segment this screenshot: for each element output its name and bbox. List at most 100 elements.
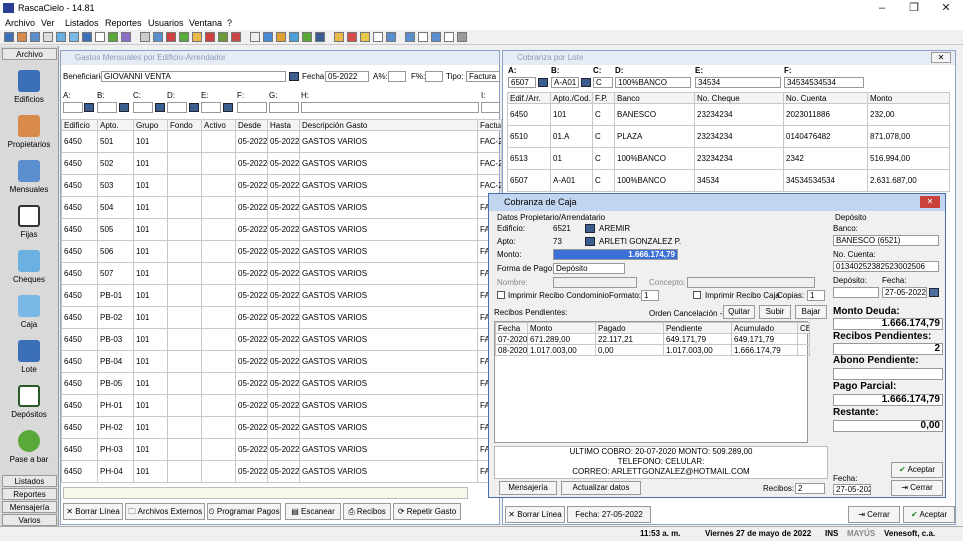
settings-tool-icon[interactable] — [315, 32, 325, 42]
filter-c-field[interactable] — [133, 102, 153, 113]
gastos-row[interactable]: 6450 502 101 05-2022 05-2022 GASTOS VARIOS FAC… — [61, 152, 502, 175]
sidebar-tab-reportes[interactable]: Reportes — [2, 488, 57, 500]
sidebar-item-mensuales[interactable]: Mensuales — [0, 160, 58, 194]
col-hasta[interactable]: Hasta — [267, 119, 300, 131]
gastos-row[interactable]: 6450 506 101 05-2022 05-2022 GASTOS VARIOS FA — [61, 240, 502, 263]
quitar-button[interactable]: Quitar — [723, 305, 755, 319]
calc2-tool-icon[interactable] — [386, 32, 396, 42]
pencil-tool-icon[interactable] — [121, 32, 131, 42]
report-tool-icon[interactable] — [166, 32, 176, 42]
doc-tool-icon[interactable] — [43, 32, 53, 42]
recibo-row[interactable]: 07-2020 671.289,00 22.117,21 649.171,79 649.… — [495, 333, 810, 345]
mail-tool-icon[interactable] — [334, 32, 344, 42]
pdf-tool-icon[interactable] — [205, 32, 215, 42]
lote-borrar-button[interactable]: ✕ Borrar Línea — [505, 506, 565, 523]
monto-field[interactable]: 1.666.174,79 — [553, 249, 678, 260]
globe-tool-icon[interactable] — [263, 32, 273, 42]
beneficiario-field[interactable]: GIOVANNI VENTA — [101, 71, 286, 82]
col-rec-acumulado[interactable]: Acumulado — [731, 322, 798, 334]
imprimir-caja-checkbox[interactable] — [693, 291, 701, 299]
menu-reportes[interactable]: Reportes — [105, 18, 142, 28]
lote-row[interactable]: 6450 101 C BANESCO 23234234 2023011886 232,00 — [507, 103, 950, 126]
sidebar-header[interactable]: Archivo — [2, 48, 57, 60]
table-tool-icon[interactable] — [289, 32, 299, 42]
car-tool-icon[interactable] — [457, 32, 467, 42]
note-tool-icon[interactable] — [418, 32, 428, 42]
page-tool-icon[interactable] — [250, 32, 260, 42]
gastos-row[interactable]: 6450 PB-01 101 05-2022 05-2022 GASTOS VARIOS F… — [61, 284, 502, 307]
target-tool-icon[interactable] — [347, 32, 357, 42]
chart-tool-icon[interactable] — [179, 32, 189, 42]
lote-filter-d-select[interactable]: 100%BANCO — [615, 77, 691, 88]
col-edificio[interactable]: Edificio — [61, 119, 98, 131]
sidebar-item-depositos[interactable]: Depósitos — [0, 385, 58, 419]
lote-close-button[interactable]: ✕ — [931, 52, 951, 63]
gastos-row[interactable]: 6450 507 101 05-2022 05-2022 GASTOS VARIOS FA — [61, 262, 502, 285]
col-activo[interactable]: Activo — [201, 119, 236, 131]
cascade-tool-icon[interactable] — [431, 32, 441, 42]
sidebar-item-fijas[interactable]: Fijas — [0, 205, 58, 239]
dialog-aceptar-button[interactable]: ✔ Aceptar — [891, 462, 943, 478]
calc-tool-icon[interactable] — [30, 32, 40, 42]
lote-aceptar-button[interactable]: ✔ Aceptar — [903, 506, 955, 523]
menu-usuarios[interactable]: Usuarios — [148, 18, 184, 28]
building-tool-icon[interactable] — [4, 32, 14, 42]
lote-filter-b-field[interactable]: A-A01 — [551, 77, 579, 88]
sidebar-tab-listados[interactable]: Listados — [2, 475, 57, 487]
smile-tool-icon[interactable] — [360, 32, 370, 42]
gastos-row[interactable]: 6450 501 101 05-2022 05-2022 GASTOS VARIOS FAC… — [61, 130, 502, 153]
print-tool-icon[interactable] — [192, 32, 202, 42]
subir-button[interactable]: Subir — [759, 305, 791, 319]
col-rec-pagado[interactable]: Pagado — [595, 322, 664, 334]
dialog-cerrar-button[interactable]: ⇥ Cerrar — [891, 480, 943, 496]
menu-ver[interactable]: Ver — [41, 18, 55, 28]
filter-a-lookup-icon[interactable] — [84, 103, 94, 112]
formato-select[interactable]: 1 — [641, 290, 659, 301]
deposito-field[interactable] — [833, 287, 879, 298]
col-desde[interactable]: Desde — [235, 119, 268, 131]
filter-h-field[interactable] — [301, 102, 479, 113]
lote-filter-e-field[interactable]: 34534 — [695, 77, 781, 88]
col-no-cuenta[interactable]: No. Cuenta — [783, 92, 868, 104]
banco-select[interactable]: BANESCO (6521) — [833, 235, 939, 246]
col-monto[interactable]: Monto — [867, 92, 950, 104]
filter-b-lookup-icon[interactable] — [119, 103, 129, 112]
filter-c-lookup-icon[interactable] — [155, 103, 165, 112]
filter-f-field[interactable] — [237, 102, 267, 113]
checkbox-tool-icon[interactable] — [95, 32, 105, 42]
people-tool-icon[interactable] — [17, 32, 27, 42]
copy-tool-icon[interactable] — [82, 32, 92, 42]
recibo-row[interactable]: 08-2020 1.017.003,00 0,00 1.017.003,00 1.666… — [495, 344, 810, 356]
lote-fecha-field[interactable]: Fecha: 27-05-2022 — [567, 506, 651, 523]
sidebar-item-lote[interactable]: Lote — [0, 340, 58, 374]
lote-cerrar-button[interactable]: ⇥ Cerrar — [848, 506, 900, 523]
filter-g-field[interactable] — [269, 102, 299, 113]
sidebar-tab-varios[interactable]: Varios — [2, 514, 57, 526]
check-tool-icon[interactable] — [108, 32, 118, 42]
maximize-button[interactable]: ❐ — [898, 0, 930, 16]
filter-e-lookup-icon[interactable] — [223, 103, 233, 112]
col-rec-fecha[interactable]: Fecha — [495, 322, 528, 334]
borrar-linea-button[interactable]: ✕ Borrar Línea — [63, 503, 123, 520]
cash-tool-icon[interactable] — [302, 32, 312, 42]
pct-field[interactable] — [388, 71, 406, 82]
gastos-row[interactable]: 6450 PB-05 101 05-2022 05-2022 GASTOS VARIOS F… — [61, 372, 502, 395]
tools-tool-icon[interactable] — [231, 32, 241, 42]
sidebar-item-cheques[interactable]: Cheques — [0, 250, 58, 284]
imprimir-condominio-checkbox[interactable] — [497, 291, 505, 299]
filter-b-field[interactable] — [97, 102, 117, 113]
sidebar-item-edificios[interactable]: Edificios — [0, 70, 58, 104]
lote-filter-c-field[interactable]: C — [593, 77, 613, 88]
nombre-field[interactable] — [553, 277, 637, 288]
lote-filter-a-field[interactable]: 6507 — [508, 77, 536, 88]
apto-lookup-icon[interactable] — [585, 237, 595, 246]
copias-select[interactable]: 1 — [807, 290, 825, 301]
concepto-field[interactable] — [687, 277, 815, 288]
escanear-button[interactable]: ▤ Escanear — [285, 503, 341, 520]
col-fondo[interactable]: Fondo — [167, 119, 202, 131]
pago-parcial-field[interactable]: 1.666.174,79 — [833, 394, 943, 406]
archivos-externos-button[interactable]: 🗀 Archivos Externos — [125, 503, 205, 520]
gastos-row[interactable]: 6450 505 101 05-2022 05-2022 GASTOS VARIOS FA — [61, 218, 502, 241]
monitor-tool-icon[interactable] — [69, 32, 79, 42]
dialog-close-button[interactable]: ✕ — [920, 196, 940, 208]
